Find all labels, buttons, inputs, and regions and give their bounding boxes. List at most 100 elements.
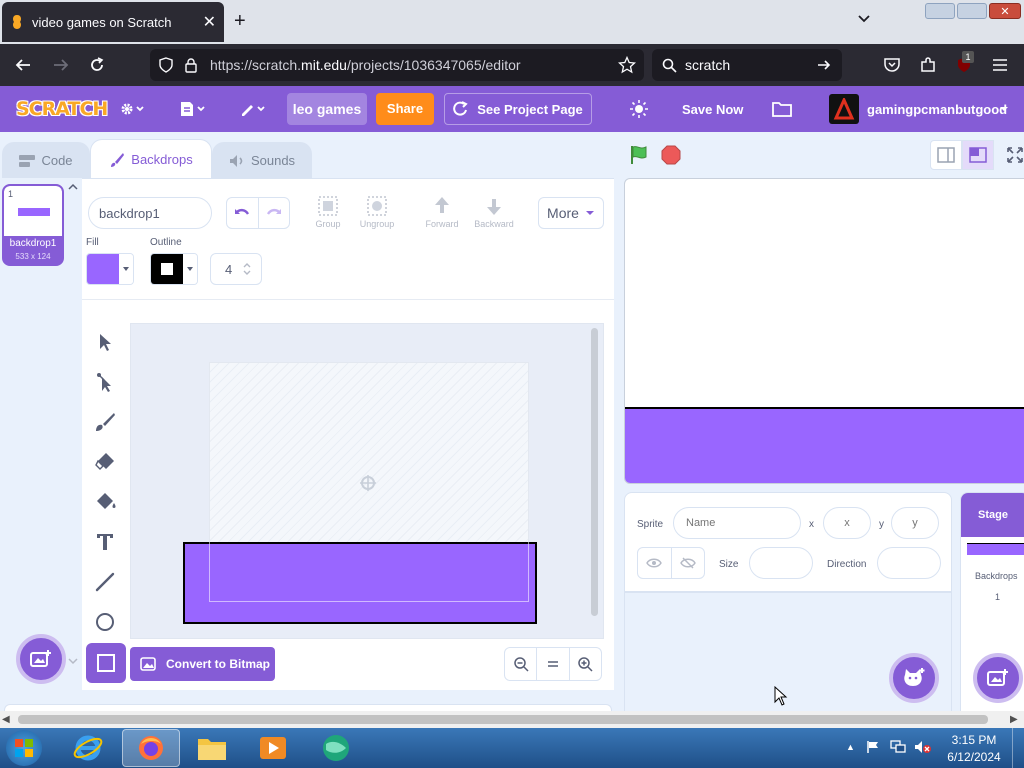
username-label[interactable]: gamingpcmanbutgood xyxy=(867,86,1007,132)
paint-editor: backdrop1 Group Ungroup Forward Backward… xyxy=(82,178,614,690)
back-arrow-icon[interactable] xyxy=(8,50,38,80)
network-icon[interactable] xyxy=(890,740,906,754)
internet-explorer-icon[interactable] xyxy=(72,732,104,764)
theme-lightbulb-icon[interactable] xyxy=(629,86,649,132)
choose-backdrop-stage-button[interactable] xyxy=(973,653,1023,703)
window-maximize-button[interactable] xyxy=(957,3,987,19)
tab-backdrops[interactable]: Backdrops xyxy=(90,139,212,179)
more-dropdown[interactable]: More xyxy=(538,197,604,229)
page-horizontal-scrollbar[interactable]: ◀ ▶ xyxy=(0,711,1024,728)
media-player-icon[interactable] xyxy=(258,733,288,763)
bookmark-star-icon[interactable] xyxy=(618,56,636,74)
group-button[interactable]: Group xyxy=(308,195,348,229)
ungroup-button[interactable]: Ungroup xyxy=(354,195,400,229)
project-title-input[interactable]: leo games xyxy=(287,93,367,125)
firefox-taskbar-button[interactable] xyxy=(122,729,180,767)
tab-code[interactable]: Code xyxy=(2,142,90,178)
stage-canvas[interactable] xyxy=(624,178,1024,484)
start-button[interactable] xyxy=(6,730,42,766)
close-tab-icon[interactable]: ✕ xyxy=(203,12,216,32)
pocket-icon[interactable] xyxy=(877,50,907,80)
size-input[interactable] xyxy=(749,547,813,579)
hamburger-menu-icon[interactable] xyxy=(985,50,1015,80)
fill-color-picker[interactable] xyxy=(86,253,134,285)
canvas-vertical-scrollbar[interactable] xyxy=(591,328,598,616)
select-tool-arrow-icon[interactable] xyxy=(94,331,116,353)
account-caret-down-icon[interactable] xyxy=(998,86,1010,132)
zoom-reset-button[interactable] xyxy=(537,648,570,680)
my-stuff-folder-icon[interactable] xyxy=(772,86,792,132)
small-stage-button[interactable] xyxy=(930,140,962,170)
scratch-logo[interactable]: SCRATCH xyxy=(16,86,108,132)
line-tool-icon[interactable] xyxy=(94,571,116,593)
tracking-shield-icon[interactable] xyxy=(158,57,174,73)
app-globe-icon[interactable] xyxy=(320,732,352,764)
url-bar[interactable]: https://scratch.mit.edu/projects/1036347… xyxy=(150,49,644,81)
x-input[interactable] xyxy=(823,507,871,539)
rectangle-tool-button[interactable] xyxy=(86,643,126,683)
outline-color-picker[interactable] xyxy=(150,253,198,285)
list-scrollbar[interactable] xyxy=(66,178,80,690)
fill-tool-bucket-icon[interactable] xyxy=(94,491,118,513)
y-input[interactable] xyxy=(891,507,939,539)
search-go-arrow-icon[interactable] xyxy=(816,57,832,73)
stepper-arrows-icon[interactable] xyxy=(242,261,252,277)
redo-button[interactable] xyxy=(259,198,290,228)
scroll-left-arrow-icon[interactable]: ◀ xyxy=(2,714,10,725)
window-minimize-button[interactable] xyxy=(925,3,955,19)
backdrop-thumbnail-card[interactable]: 1 backdrop1 533 x 124 xyxy=(2,184,64,266)
show-hidden-icons-icon[interactable]: ▲ xyxy=(846,742,855,752)
zoom-in-button[interactable] xyxy=(570,648,601,680)
sprite-name-input[interactable] xyxy=(673,507,801,539)
lock-icon[interactable] xyxy=(184,57,198,73)
outline-width-input[interactable]: 4 xyxy=(210,253,262,285)
reload-icon[interactable] xyxy=(82,50,112,80)
action-center-flag-icon[interactable] xyxy=(866,740,880,754)
convert-to-bitmap-button[interactable]: Convert to Bitmap xyxy=(130,647,275,681)
green-flag-icon[interactable] xyxy=(628,144,650,166)
show-sprite-eye-icon[interactable] xyxy=(638,548,672,578)
window-close-button[interactable]: ✕ xyxy=(989,3,1021,19)
undo-button[interactable] xyxy=(227,198,259,228)
choose-sprite-button[interactable] xyxy=(889,653,939,703)
clock-date[interactable]: 6/12/2024 xyxy=(940,750,1008,764)
new-tab-icon[interactable]: + xyxy=(234,10,246,33)
stage-selector-panel[interactable]: Stage Backdrops 1 xyxy=(960,492,1024,712)
tab-sounds[interactable]: Sounds xyxy=(212,142,312,178)
fullscreen-icon[interactable] xyxy=(1006,146,1024,164)
reshape-tool-icon[interactable] xyxy=(94,371,116,393)
show-desktop-button[interactable] xyxy=(1012,728,1024,768)
search-box[interactable]: scratch xyxy=(652,49,842,81)
choose-backdrop-button[interactable] xyxy=(16,634,66,684)
zoom-out-button[interactable] xyxy=(505,648,538,680)
list-tabs-chevron-icon[interactable] xyxy=(856,10,872,26)
share-button[interactable]: Share xyxy=(376,93,434,125)
user-avatar[interactable] xyxy=(829,94,859,124)
forward-arrow-icon[interactable] xyxy=(46,50,76,80)
paint-canvas[interactable] xyxy=(130,323,604,639)
backward-button[interactable]: Backward xyxy=(468,195,520,229)
clock-time[interactable]: 3:15 PM xyxy=(944,733,1004,747)
normal-stage-button[interactable] xyxy=(962,140,994,170)
scrollbar-thumb[interactable] xyxy=(18,715,988,724)
costume-name-input[interactable]: backdrop1 xyxy=(88,197,212,229)
hide-sprite-eye-icon[interactable] xyxy=(672,548,705,578)
brush-tool-icon[interactable] xyxy=(94,411,116,433)
scroll-right-arrow-icon[interactable]: ▶ xyxy=(1010,714,1018,725)
circle-tool-icon[interactable] xyxy=(94,611,116,633)
save-now-button[interactable]: Save Now xyxy=(682,86,743,132)
stop-sign-icon[interactable] xyxy=(660,144,682,166)
volume-muted-icon[interactable] xyxy=(914,740,932,754)
browser-tab[interactable]: video games on Scratch ✕ xyxy=(2,2,224,42)
forward-button[interactable]: Forward xyxy=(418,195,466,229)
text-tool-icon[interactable] xyxy=(94,531,116,553)
extensions-puzzle-icon[interactable] xyxy=(913,50,943,80)
direction-input[interactable] xyxy=(877,547,941,579)
edit-menu-pencil-icon[interactable] xyxy=(238,86,268,132)
settings-menu-gear-icon[interactable] xyxy=(118,86,146,132)
eraser-tool-icon[interactable] xyxy=(94,451,116,473)
file-menu-icon[interactable] xyxy=(178,86,208,132)
file-explorer-icon[interactable] xyxy=(196,733,228,763)
see-project-page-button[interactable]: See Project Page xyxy=(444,93,592,125)
search-input[interactable]: scratch xyxy=(685,57,730,73)
